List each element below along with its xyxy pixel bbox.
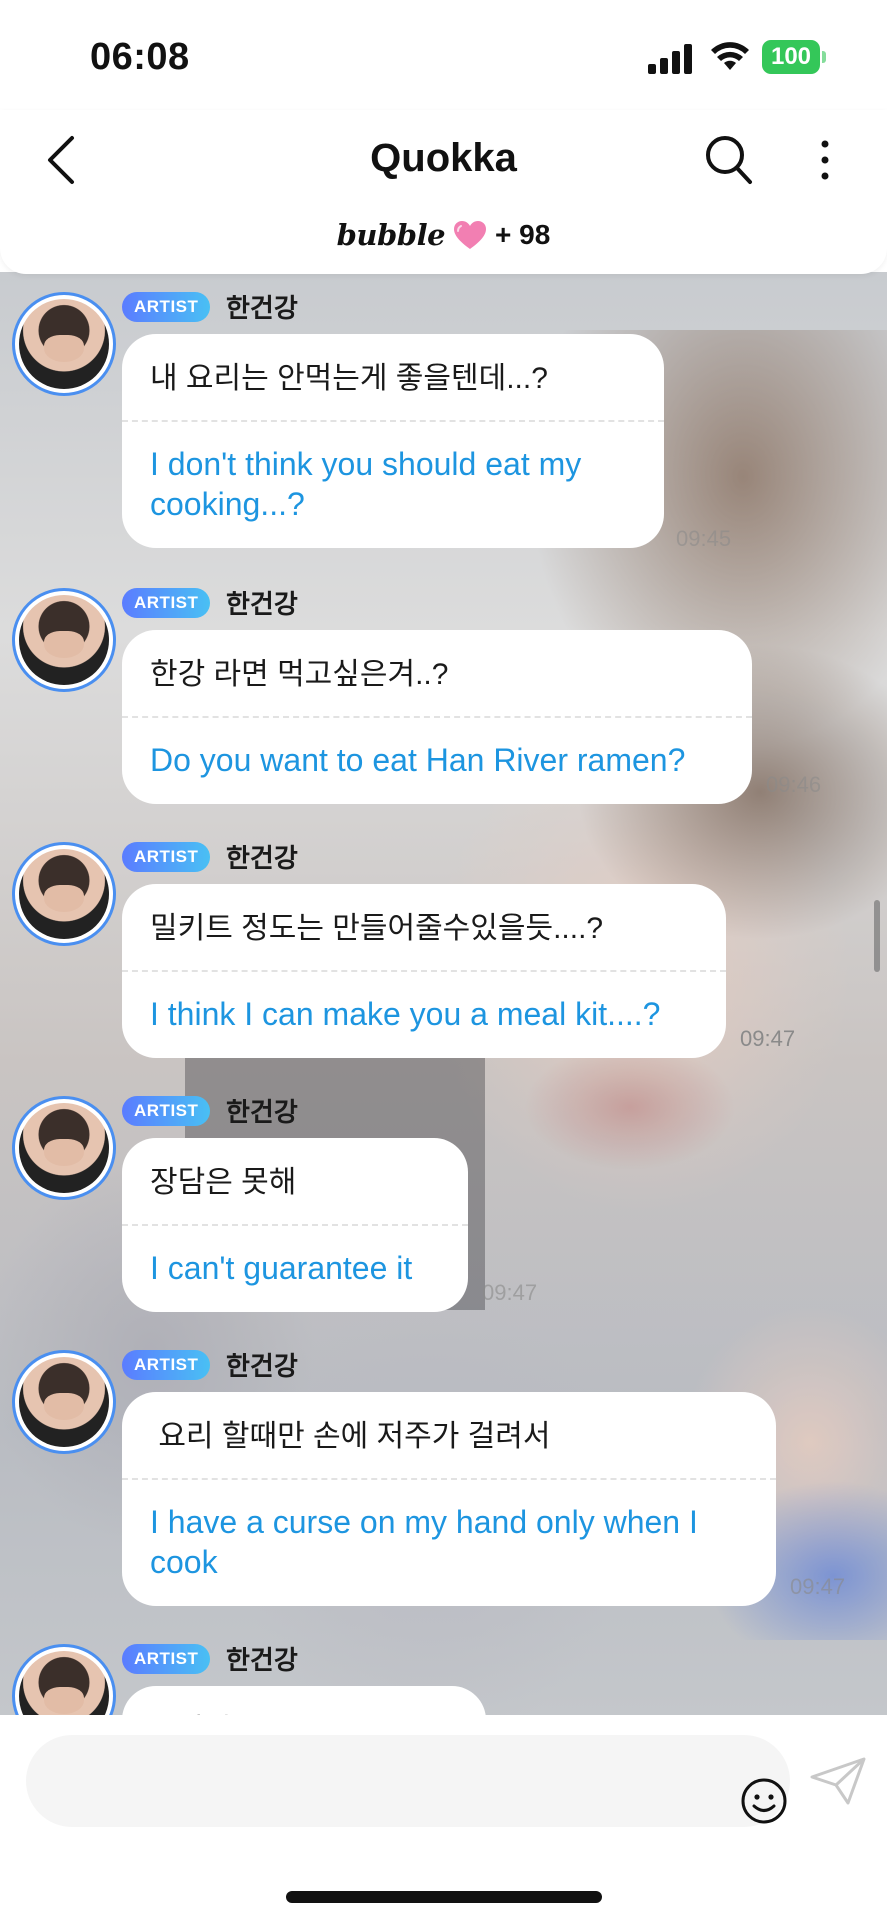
avatar[interactable] [12,842,116,946]
message-original-text: 근와나 [122,1686,486,1715]
emoji-icon[interactable] [740,1777,788,1825]
heart-icon [454,221,487,249]
sender-name: 한건강 [226,293,298,323]
message-timestamp: 09:47 [740,1026,796,1051]
send-icon[interactable] [808,1755,868,1807]
message-original-text: 밀키트 정도는 만들어줄수있을듯....? [150,912,604,945]
more-vertical-icon[interactable] [810,138,840,182]
message-translation-text: I think I can make you a meal kit....? [150,996,661,1032]
message-timestamp: 09:47 [482,1280,538,1305]
message-bubble[interactable]: 근와나 [122,1686,486,1715]
sender-name: 한건강 [226,1097,298,1127]
artist-badge: ARTIST [122,588,211,618]
bubble-logo: bubble [336,218,446,252]
artist-badge: ARTIST [122,292,211,322]
composer-area [0,1715,887,1920]
avatar[interactable] [12,292,116,396]
sender-name: 한건강 [226,843,298,873]
chat-header: Quokka bubble + 98 [0,110,887,274]
status-bar: 06:08 100 [0,0,887,110]
message-bubble[interactable]: 내 요리는 안먹는게 좋을텐데...? I don't think you sh… [122,334,664,548]
message-bubble[interactable]: 한강 라면 먹고싶은겨..? Do you want to eat Han Ri… [122,630,752,804]
sender-name: 한건강 [226,589,298,619]
cellular-signal-icon [648,44,692,74]
bubble-subscription-row: bubble + 98 [0,218,887,252]
message-original-text: 장담은 못해 [150,1166,297,1199]
avatar-image [19,1651,109,1715]
avatar-image [19,299,109,389]
avatar[interactable] [12,588,116,692]
message-bubble[interactable]: 요리 할때만 손에 저주가 걸려서 I have a curse on my h… [122,1392,776,1606]
message-timestamp: 09:47 [790,1574,846,1599]
artist-badge: ARTIST [122,1096,211,1126]
bubble-count: + 98 [495,219,551,250]
sender-name: 한건강 [226,1351,298,1381]
wifi-icon [711,42,749,70]
artist-badge: ARTIST [122,842,211,872]
message-timestamp: 09:45 [676,526,732,551]
message-original-text: 내 요리는 안먹는게 좋을텐데...? [150,362,548,395]
avatar[interactable] [12,1350,116,1454]
avatar-image [19,1357,109,1447]
battery-indicator: 100 [762,40,826,74]
avatar-image [19,1103,109,1193]
message-translation-text: I can't guarantee it [150,1250,413,1286]
artist-badge: ARTIST [122,1644,211,1674]
message-input[interactable] [26,1735,790,1827]
home-indicator [286,1891,602,1903]
message-list[interactable]: ARTIST 한건강 내 요리는 안먹는게 좋을텐데...? I don't t… [0,272,887,1715]
message-timestamp: 09:46 [766,772,822,797]
message-original-text: 한강 라면 먹고싶은겨..? [150,658,449,691]
scrollbar[interactable] [874,900,880,972]
message-bubble[interactable]: 밀키트 정도는 만들어줄수있을듯....? I think I can make… [122,884,726,1058]
avatar-image [19,595,109,685]
artist-badge: ARTIST [122,1350,211,1380]
status-time: 06:08 [90,36,190,78]
battery-tip [822,51,826,63]
message-translation-text: Do you want to eat Han River ramen? [150,742,686,778]
search-icon[interactable] [704,134,754,186]
message-translation-text: I don't think you should eat my cooking.… [150,446,582,522]
message-original-text: 요리 할때만 손에 저주가 걸려서 [150,1420,551,1453]
message-bubble[interactable]: 장담은 못해 I can't guarantee it [122,1138,468,1312]
battery-level: 100 [762,40,820,74]
avatar-image [19,849,109,939]
message-translation-text: I have a curse on my hand only when I co… [150,1504,698,1580]
sender-name: 한건강 [226,1645,298,1675]
avatar[interactable] [12,1644,116,1715]
avatar[interactable] [12,1096,116,1200]
